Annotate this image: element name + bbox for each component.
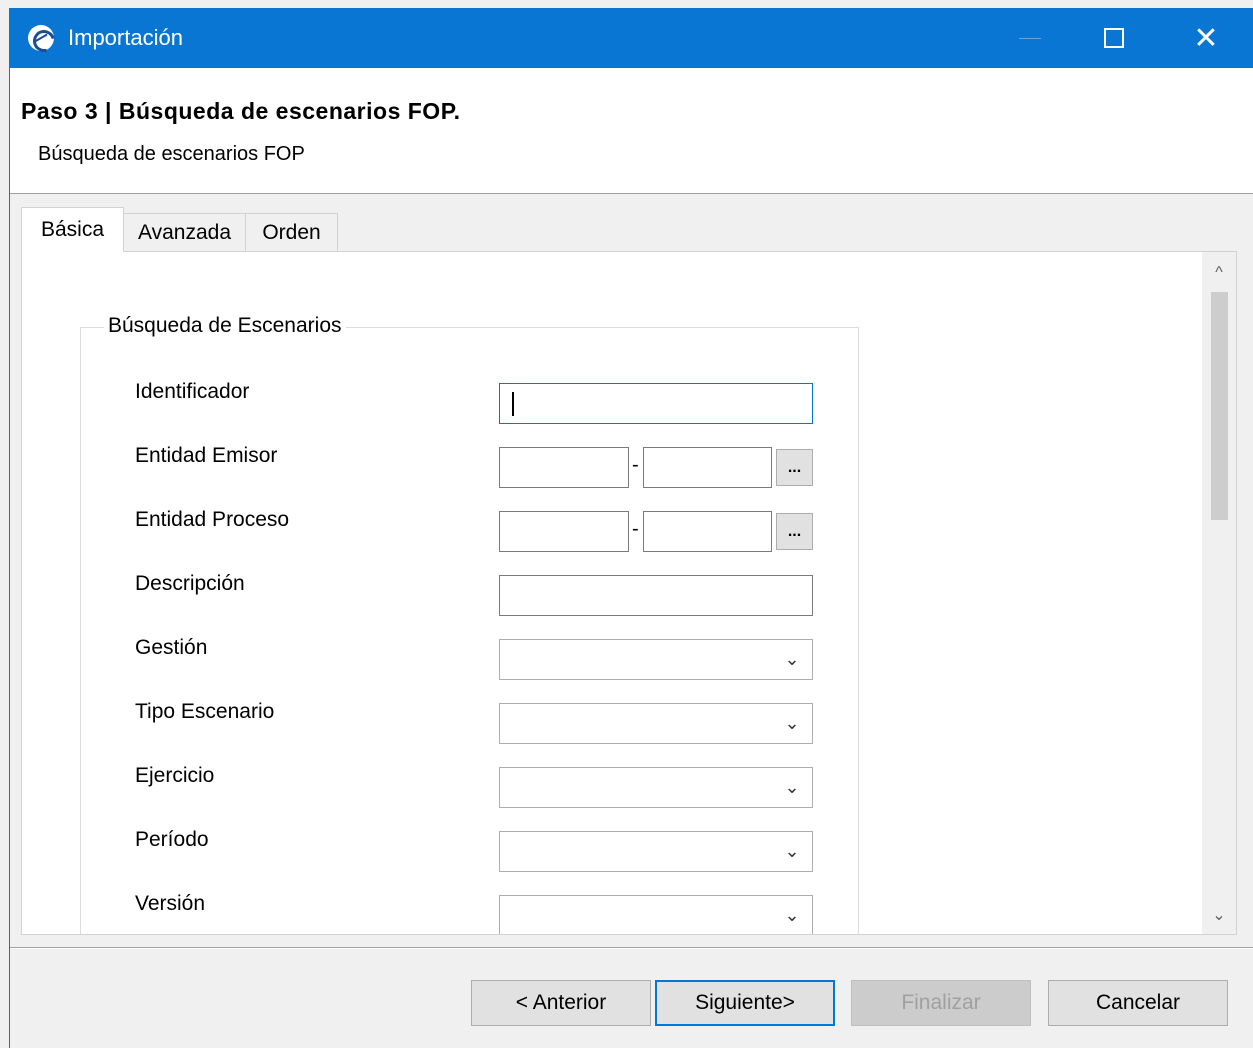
wizard-header: Paso 3 | Búsqueda de escenarios FOP. Bús… [10, 68, 1253, 194]
step-subtitle: Búsqueda de escenarios FOP [38, 143, 305, 165]
entidad-proceso-to-input[interactable] [643, 511, 772, 552]
chevron-down-icon: ⌄ [784, 777, 800, 797]
identificador-label: Identificador [135, 380, 250, 403]
anterior-button[interactable]: < Anterior [471, 980, 651, 1026]
siguiente-button[interactable]: Siguiente> [655, 980, 835, 1026]
app-logo-icon [28, 25, 54, 51]
scroll-down-icon[interactable]: ⌄ [1202, 900, 1236, 930]
entidad-emisor-from-input[interactable] [499, 447, 629, 488]
import-dialog: Importación ✕ Paso 3 | Búsqueda de escen… [9, 8, 1253, 1048]
tab-basica[interactable]: Básica [21, 207, 124, 252]
cancelar-button[interactable]: Cancelar [1048, 980, 1228, 1026]
close-icon: ✕ [1193, 21, 1219, 55]
maximize-button[interactable] [1068, 8, 1160, 68]
gestion-select[interactable]: ⌄ [499, 639, 813, 680]
entidad-emisor-label: Entidad Emisor [135, 444, 278, 467]
version-label: Versión [135, 892, 206, 915]
tipo-escenario-select[interactable]: ⌄ [499, 703, 813, 744]
footer-divider [10, 947, 1253, 949]
identificador-input[interactable] [499, 383, 813, 424]
descripcion-label: Descripción [135, 572, 245, 595]
periodo-select[interactable]: ⌄ [499, 831, 813, 872]
entidad-proceso-browse-button[interactable]: ... [776, 513, 813, 550]
tipo-escenario-label: Tipo Escenario [135, 700, 275, 723]
vertical-scrollbar[interactable]: ^ ⌄ [1202, 252, 1236, 934]
tab-avanzada[interactable]: Avanzada [123, 213, 246, 251]
step-title: Paso 3 | Búsqueda de escenarios FOP. [21, 98, 461, 124]
entidad-proceso-separator: - [632, 518, 639, 540]
entidad-emisor-to-input[interactable] [643, 447, 772, 488]
gestion-label: Gestión [135, 636, 208, 659]
title-bar[interactable]: Importación ✕ [10, 8, 1253, 68]
chevron-down-icon: ⌄ [784, 649, 800, 669]
chevron-down-icon: ⌄ [784, 841, 800, 861]
search-group-title: Búsqueda de Escenarios [104, 314, 346, 338]
chevron-down-icon: ⌄ [784, 905, 800, 925]
ejercicio-select[interactable]: ⌄ [499, 767, 813, 808]
ejercicio-label: Ejercicio [135, 764, 215, 787]
version-select[interactable]: ⌄ [499, 895, 813, 934]
minimize-button[interactable] [984, 8, 1076, 68]
entidad-emisor-separator: - [632, 454, 639, 476]
maximize-icon [1104, 28, 1124, 48]
text-caret [512, 392, 514, 416]
tab-panel-basica: Búsqueda de Escenarios Identificador Ent… [21, 251, 1237, 935]
window-title: Importación [68, 25, 183, 50]
entidad-emisor-browse-button[interactable]: ... [776, 449, 813, 486]
entidad-proceso-from-input[interactable] [499, 511, 629, 552]
scroll-up-icon[interactable]: ^ [1202, 258, 1236, 288]
tab-orden[interactable]: Orden [245, 213, 338, 251]
periodo-label: Período [135, 828, 209, 851]
minimize-icon [1019, 37, 1041, 39]
finalizar-button[interactable]: Finalizar [851, 980, 1031, 1026]
scroll-thumb[interactable] [1211, 292, 1228, 520]
entidad-proceso-label: Entidad Proceso [135, 508, 290, 531]
descripcion-input[interactable] [499, 575, 813, 616]
chevron-down-icon: ⌄ [784, 713, 800, 733]
close-button[interactable]: ✕ [1160, 8, 1252, 68]
